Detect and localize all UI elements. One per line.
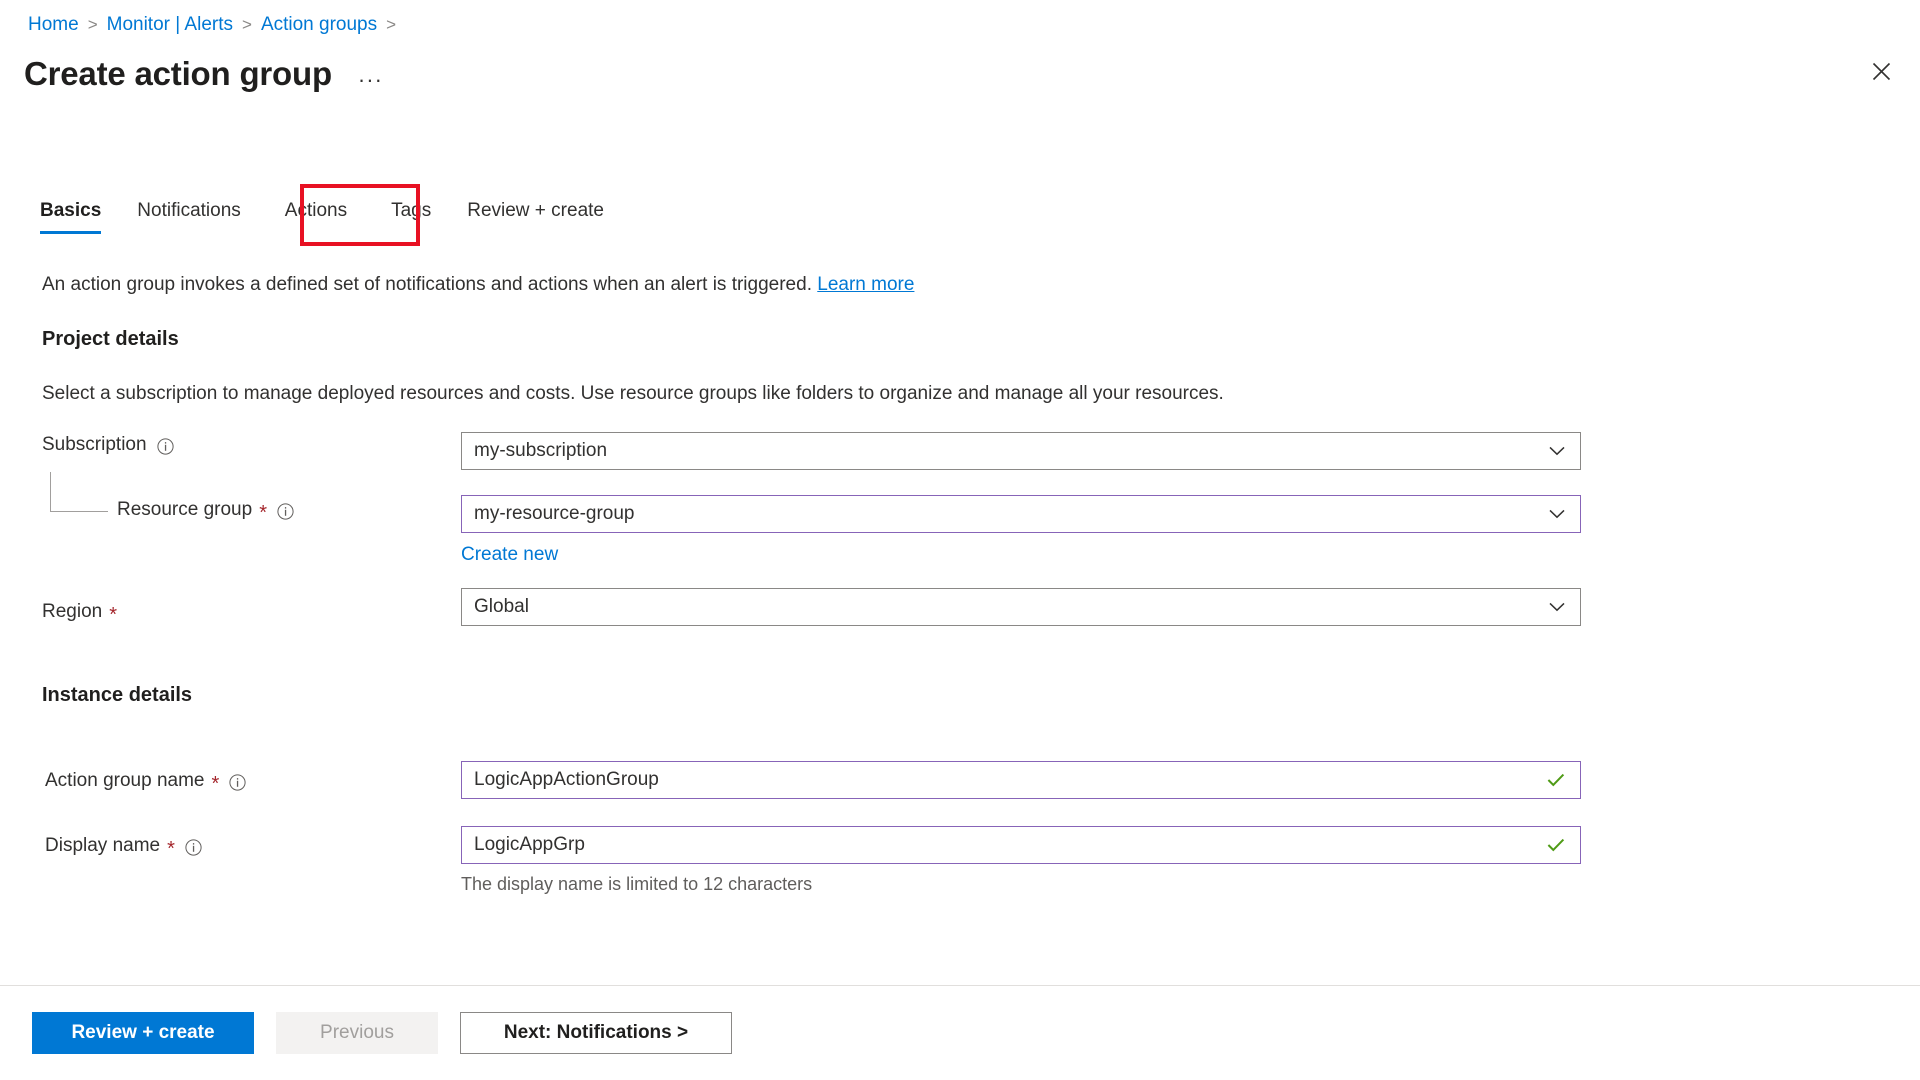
instance-details-heading: Instance details — [42, 684, 193, 706]
tab-review-create[interactable]: Review + create — [467, 199, 604, 234]
wizard-tabs: Basics Notifications Actions Tags Review… — [40, 196, 640, 234]
tab-actions-label: Actions — [284, 200, 348, 221]
footer-actions: Review + create Previous Next: Notificat… — [32, 1012, 732, 1054]
page-title: Create action group — [24, 55, 332, 92]
review-create-button[interactable]: Review + create — [32, 1012, 254, 1054]
tab-notifications-label: Notifications — [137, 200, 241, 221]
create-action-group-blade: Home > Monitor | Alerts > Action groups … — [0, 0, 1920, 1080]
info-icon[interactable] — [229, 773, 246, 791]
breadcrumb-item-action-groups[interactable]: Action groups — [261, 12, 377, 38]
subscription-dropdown[interactable]: my-subscription — [461, 432, 1581, 470]
chevron-down-icon — [1548, 505, 1566, 523]
learn-more-link[interactable]: Learn more — [817, 274, 914, 295]
breadcrumb-item-monitor-alerts[interactable]: Monitor | Alerts — [107, 12, 233, 38]
tab-notifications[interactable]: Notifications — [137, 199, 241, 234]
action-group-name-label-text: Action group name — [45, 770, 205, 791]
breadcrumb-separator-icon: > — [386, 15, 397, 34]
breadcrumb-separator-icon: > — [242, 15, 252, 34]
action-group-name-input[interactable]: LogicAppActionGroup — [461, 761, 1581, 799]
action-group-name-value: LogicAppActionGroup — [474, 769, 659, 790]
region-label: Region * — [42, 599, 117, 625]
required-marker: * — [109, 604, 118, 626]
info-icon[interactable] — [277, 502, 294, 520]
region-dropdown[interactable]: Global — [461, 588, 1581, 626]
tab-tags-label: Tags — [391, 200, 432, 221]
more-options-button[interactable]: ··· — [352, 69, 389, 91]
region-label-text: Region — [42, 601, 103, 622]
chevron-down-icon — [1548, 442, 1566, 460]
next-notifications-button[interactable]: Next: Notifications > — [460, 1012, 732, 1054]
project-details-heading: Project details — [42, 328, 179, 350]
tab-review-create-label: Review + create — [467, 200, 604, 221]
blade-description-text: An action group invokes a defined set of… — [42, 274, 812, 295]
close-button[interactable] — [1864, 54, 1898, 88]
tab-tags[interactable]: Tags — [391, 199, 431, 234]
resource-group-value: my-resource-group — [474, 503, 635, 524]
action-group-name-label: Action group name * — [45, 768, 246, 794]
breadcrumb: Home > Monitor | Alerts > Action groups … — [28, 12, 405, 38]
display-name-value: LogicAppGrp — [474, 834, 585, 855]
checkmark-icon — [1546, 770, 1566, 790]
info-icon[interactable] — [156, 437, 174, 455]
display-name-input[interactable]: LogicAppGrp — [461, 826, 1581, 864]
display-name-label: Display name * — [45, 833, 202, 859]
footer-divider — [0, 985, 1920, 986]
subscription-label-text: Subscription — [42, 434, 147, 455]
resource-group-tree-connector — [50, 472, 108, 512]
display-name-helper-text: The display name is limited to 12 charac… — [461, 874, 813, 894]
breadcrumb-item-home[interactable]: Home — [28, 12, 79, 38]
resource-group-label-text: Resource group — [117, 499, 253, 520]
region-value: Global — [474, 596, 529, 617]
tab-basics-label: Basics — [40, 200, 102, 221]
subscription-label: Subscription — [42, 432, 174, 458]
display-name-label-text: Display name — [45, 835, 161, 856]
title-row: Create action group ··· — [24, 52, 389, 96]
subscription-value: my-subscription — [474, 440, 608, 461]
required-marker: * — [167, 838, 175, 860]
resource-group-label: Resource group * — [117, 497, 294, 523]
checkmark-icon — [1546, 835, 1566, 855]
resource-group-dropdown[interactable]: my-resource-group — [461, 495, 1581, 533]
breadcrumb-separator-icon: > — [87, 15, 98, 34]
blade-description: An action group invokes a defined set of… — [42, 272, 914, 298]
create-new-resource-group-link[interactable]: Create new — [461, 543, 558, 567]
info-icon[interactable] — [185, 838, 202, 856]
tab-actions[interactable]: Actions — [285, 199, 347, 234]
previous-button: Previous — [276, 1012, 438, 1054]
required-marker: * — [211, 773, 220, 795]
project-details-description: Select a subscription to manage deployed… — [42, 383, 1224, 404]
required-marker: * — [259, 502, 267, 524]
chevron-down-icon — [1548, 598, 1566, 616]
close-icon — [1872, 62, 1890, 80]
tab-basics[interactable]: Basics — [40, 199, 102, 234]
